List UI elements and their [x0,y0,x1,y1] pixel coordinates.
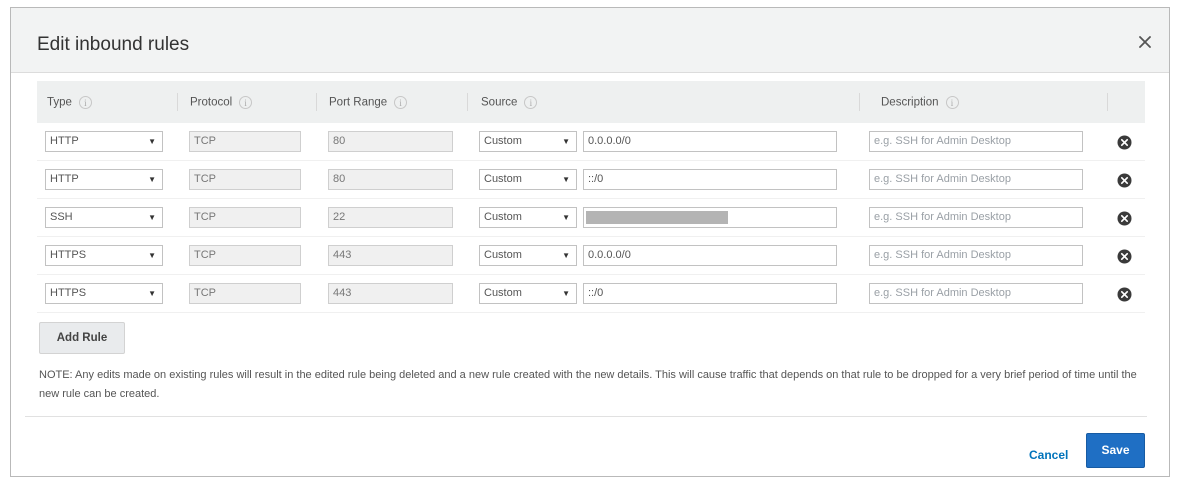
source-type-select[interactable]: Custom ▼ [479,245,577,266]
dialog-header: Edit inbound rules [11,8,1169,73]
source-input[interactable] [583,207,837,228]
type-select[interactable]: SSH ▼ [45,207,163,228]
remove-rule-button[interactable] [1117,173,1132,188]
source-input[interactable]: ::/0 [583,283,837,304]
protocol-field: TCP [189,245,301,266]
port-range-field: 443 [328,283,453,304]
description-input[interactable]: e.g. SSH for Admin Desktop [869,131,1083,152]
dialog-title: Edit inbound rules [37,34,190,55]
protocol-field: TCP [189,131,301,152]
remove-circle-icon [1117,287,1132,302]
save-button[interactable]: Save [1086,433,1145,468]
port-range-field: 443 [328,245,453,266]
rule-row: HTTPS ▼ TCP 443 Custom ▼::/0 e.g. SSH for Admi… [37,275,1145,313]
close-icon [1139,36,1151,48]
caret-down-icon: ▼ [562,289,570,298]
caret-down-icon: ▼ [148,251,156,260]
remove-circle-icon [1117,249,1132,264]
remove-circle-icon [1117,135,1132,150]
description-input[interactable]: e.g. SSH for Admin Desktop [869,207,1083,228]
port-range-field: 80 [328,131,453,152]
remove-circle-icon [1117,173,1132,188]
caret-down-icon: ▼ [148,213,156,222]
footer-divider [25,416,1147,417]
source-type-select[interactable]: Custom ▼ [479,207,577,228]
header-protocol: Protocol i [190,96,253,109]
type-select[interactable]: HTTPS ▼ [45,283,163,304]
description-input[interactable]: e.g. SSH for Admin Desktop [869,245,1083,266]
remove-rule-button[interactable] [1117,211,1132,226]
type-select[interactable]: HTTP ▼ [45,169,163,190]
header-port-range: Port Range i [329,96,408,109]
info-icon[interactable]: i [394,96,408,109]
header-source: Source i [481,96,538,109]
rule-row: SSH ▼ TCP 22 Custom ▼ e.g. SSH for Admin Deskt… [37,199,1145,237]
info-icon[interactable]: i [239,96,253,109]
remove-rule-button[interactable] [1117,287,1132,302]
cancel-button[interactable]: Cancel [1029,448,1068,462]
protocol-field: TCP [189,283,301,304]
source-type-select[interactable]: Custom ▼ [479,283,577,304]
protocol-field: TCP [189,169,301,190]
info-icon[interactable]: i [524,96,538,109]
caret-down-icon: ▼ [148,289,156,298]
header-type: Type i [47,96,92,109]
caret-down-icon: ▼ [562,175,570,184]
caret-down-icon: ▼ [562,251,570,260]
port-range-field: 22 [328,207,453,228]
rules-table: Type i Protocol i Port Range i Source i Desc… [37,81,1145,313]
close-button[interactable] [1135,32,1155,52]
rule-row: HTTPS ▼ TCP 443 Custom ▼ 0.0.0.0/0 e.g. SSH for… [37,237,1145,275]
source-type-select[interactable]: Custom ▼ [479,131,577,152]
rule-row: HTTP ▼ TCP 80 Custom ▼::/0 e.g. SSH for Admin … [37,161,1145,199]
remove-rule-button[interactable] [1117,135,1132,150]
caret-down-icon: ▼ [562,137,570,146]
header-description: Description i [881,96,959,109]
info-icon[interactable]: i [78,96,92,109]
caret-down-icon: ▼ [148,137,156,146]
source-type-select[interactable]: Custom ▼ [479,169,577,190]
rule-row: HTTP ▼ TCP 80 Custom ▼ 0.0.0.0/0 e.g. SSH for A… [37,123,1145,161]
table-header: Type i Protocol i Port Range i Source i Desc… [37,81,1145,123]
edit-warning-note: NOTE: Any edits made on existing rules w… [39,369,1137,400]
protocol-field: TCP [189,207,301,228]
remove-rule-button[interactable] [1117,249,1132,264]
source-input[interactable]: ::/0 [583,169,837,190]
edit-inbound-rules-dialog: Edit inbound rules Type i Protocol i Port … [10,7,1170,477]
add-rule-button[interactable]: Add Rule [39,322,125,354]
redacted-source [586,211,728,224]
caret-down-icon: ▼ [148,175,156,184]
source-input[interactable]: 0.0.0.0/0 [583,131,837,152]
port-range-field: 80 [328,169,453,190]
caret-down-icon: ▼ [562,213,570,222]
rules-body: HTTP ▼ TCP 80 Custom ▼ 0.0.0.0/0 e.g. SSH for A… [37,123,1145,313]
remove-circle-icon [1117,211,1132,226]
description-input[interactable]: e.g. SSH for Admin Desktop [869,169,1083,190]
type-select[interactable]: HTTPS ▼ [45,245,163,266]
info-icon[interactable]: i [945,96,959,109]
type-select[interactable]: HTTP ▼ [45,131,163,152]
description-input[interactable]: e.g. SSH for Admin Desktop [869,283,1083,304]
source-input[interactable]: 0.0.0.0/0 [583,245,837,266]
